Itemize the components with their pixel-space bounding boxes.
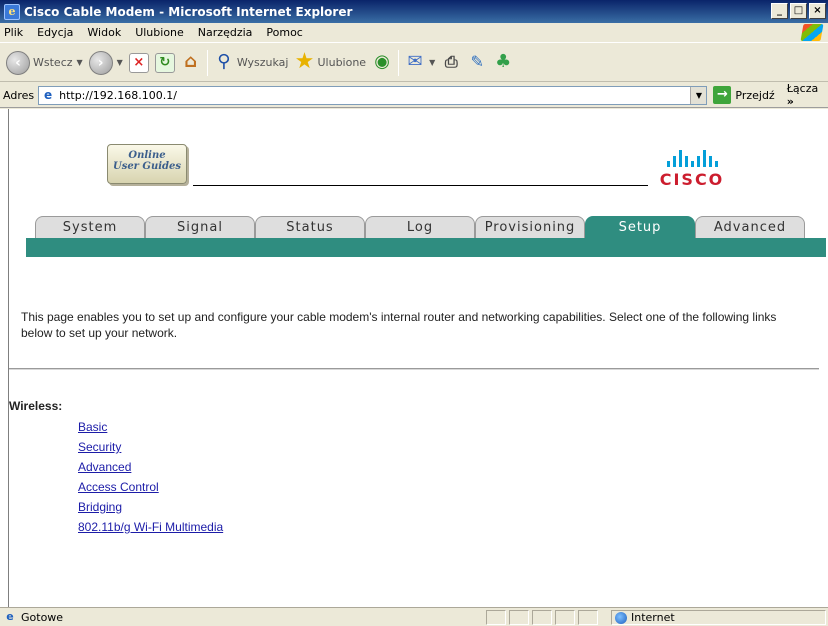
tab-advanced[interactable]: Advanced <box>695 216 805 238</box>
edit-icon: ✎ <box>470 51 484 71</box>
search-label: Wyszukaj <box>236 56 289 69</box>
links-button[interactable]: Łącza <box>787 82 828 108</box>
tab-signal[interactable]: Signal <box>145 216 255 238</box>
back-arrow-icon: ‹ <box>6 50 30 75</box>
back-dropdown-icon[interactable]: ▼ <box>77 58 83 67</box>
back-button[interactable]: ‹ Wstecz ▼ <box>6 48 83 78</box>
back-label: Wstecz <box>33 56 73 69</box>
header-rule <box>193 185 648 186</box>
link-advanced[interactable]: Advanced <box>78 457 223 477</box>
status-panel <box>555 610 575 625</box>
windows-logo-icon <box>800 24 824 41</box>
link-security[interactable]: Security <box>78 437 223 457</box>
wireless-heading: Wireless: <box>9 399 63 413</box>
stop-button[interactable]: × <box>128 48 149 78</box>
page-icon: e <box>44 88 53 102</box>
address-dropdown-icon[interactable]: ▼ <box>690 86 707 104</box>
go-label: Przejdź <box>735 88 775 102</box>
tab-setup[interactable]: Setup <box>585 216 695 238</box>
status-panels <box>486 610 598 625</box>
wireless-links: Basic Security Advanced Access Control B… <box>78 417 223 537</box>
mail-button[interactable]: ✉ ▼ <box>405 48 436 78</box>
tab-underbar <box>26 238 826 257</box>
address-bar: Adres e http://192.168.100.1/ ▼ → Przejd… <box>0 82 828 108</box>
menu-favorites[interactable]: Ulubione <box>128 26 191 39</box>
window-title: Cisco Cable Modem - Microsoft Internet E… <box>24 4 353 19</box>
refresh-icon: ↻ <box>154 52 175 73</box>
window-controls: _ □ × <box>771 3 826 19</box>
tab-status[interactable]: Status <box>255 216 365 238</box>
print-button[interactable]: ⎙ <box>441 48 461 78</box>
toolbar-separator-2 <box>398 49 400 76</box>
nav-tabs: System Signal Status Log Provisioning Se… <box>35 216 805 238</box>
cisco-wordmark: CISCO <box>659 170 725 189</box>
address-label: Adres <box>3 88 35 102</box>
tab-log[interactable]: Log <box>365 216 475 238</box>
status-panel <box>578 610 598 625</box>
close-button[interactable]: × <box>809 3 826 19</box>
online-user-guides-logo[interactable]: Online User Guides <box>107 144 187 184</box>
menu-help[interactable]: Pomoc <box>259 26 309 39</box>
toolbar-separator <box>206 49 208 76</box>
refresh-button[interactable]: ↻ <box>154 48 175 78</box>
messenger-icon: ♣ <box>495 50 512 72</box>
media-icon: ◉ <box>374 50 390 72</box>
guides-logo-line2: User Guides <box>112 161 182 172</box>
menu-file[interactable]: Plik <box>0 26 30 39</box>
media-button[interactable]: ◉ <box>372 48 392 78</box>
cisco-bars-icon <box>652 149 732 167</box>
section-divider <box>9 368 819 370</box>
status-panel <box>486 610 506 625</box>
guides-logo-line1: Online <box>128 150 166 161</box>
internet-globe-icon <box>615 611 627 624</box>
link-basic[interactable]: Basic <box>78 417 223 437</box>
status-panel <box>509 610 529 625</box>
messenger-button[interactable]: ♣ <box>493 48 513 78</box>
toolbar: ‹ Wstecz ▼ › ▼ × ↻ ⌂ ⚲ Wyszukaj ★ Ulubio… <box>0 44 828 82</box>
address-input[interactable]: e http://192.168.100.1/ ▼ <box>38 85 708 105</box>
favorites-button[interactable]: ★ Ulubione <box>294 48 366 78</box>
menu-tools[interactable]: Narzędzia <box>191 26 260 39</box>
security-zone[interactable]: Internet <box>611 610 826 625</box>
viewport-left-edge <box>0 109 8 607</box>
mail-icon: ✉ <box>407 50 423 72</box>
print-icon: ⎙ <box>444 51 458 71</box>
link-access-control[interactable]: Access Control <box>78 477 223 497</box>
internet-explorer-icon: e <box>4 3 20 20</box>
menu-view[interactable]: Widok <box>80 26 128 39</box>
cisco-logo: CISCO <box>652 149 732 199</box>
title-bar: e Cisco Cable Modem - Microsoft Internet… <box>0 0 828 23</box>
mail-dropdown-icon[interactable]: ▼ <box>429 58 435 67</box>
status-bar: e Gotowe Internet <box>0 607 828 626</box>
tab-provisioning[interactable]: Provisioning <box>475 216 585 238</box>
home-icon: ⌂ <box>184 50 198 72</box>
menu-bar: Plik Edycja Widok Ulubione Narzędzia Pom… <box>0 23 828 43</box>
forward-arrow-icon: › <box>88 50 113 75</box>
favorites-star-icon: ★ <box>294 48 315 74</box>
edit-button[interactable]: ✎ <box>467 48 487 78</box>
page-status-icon: e <box>6 610 14 623</box>
link-wifi-multimedia[interactable]: 802.11b/g Wi-Fi Multimedia <box>78 517 223 537</box>
status-text: Gotowe <box>21 610 64 624</box>
status-panel <box>532 610 552 625</box>
search-icon: ⚲ <box>217 50 231 72</box>
address-url[interactable]: http://192.168.100.1/ <box>59 89 177 102</box>
search-button[interactable]: ⚲ Wyszukaj <box>214 48 289 78</box>
forward-dropdown-icon[interactable]: ▼ <box>117 58 123 67</box>
go-button[interactable]: → Przejdź <box>713 86 775 104</box>
tab-system[interactable]: System <box>35 216 145 238</box>
menu-edit[interactable]: Edycja <box>30 26 80 39</box>
forward-button[interactable]: › ▼ <box>88 48 123 78</box>
link-bridging[interactable]: Bridging <box>78 497 223 517</box>
favorites-label: Ulubione <box>317 56 367 69</box>
stop-icon: × <box>128 52 149 73</box>
go-arrow-icon: → <box>713 86 732 104</box>
minimize-button[interactable]: _ <box>771 3 788 19</box>
home-button[interactable]: ⌂ <box>181 48 201 78</box>
intro-text: This page enables you to set up and conf… <box>21 310 777 340</box>
maximize-button[interactable]: □ <box>790 3 807 19</box>
page-viewport: Online User Guides CISCO System Signal S… <box>8 109 828 607</box>
zone-text: Internet <box>631 611 675 624</box>
